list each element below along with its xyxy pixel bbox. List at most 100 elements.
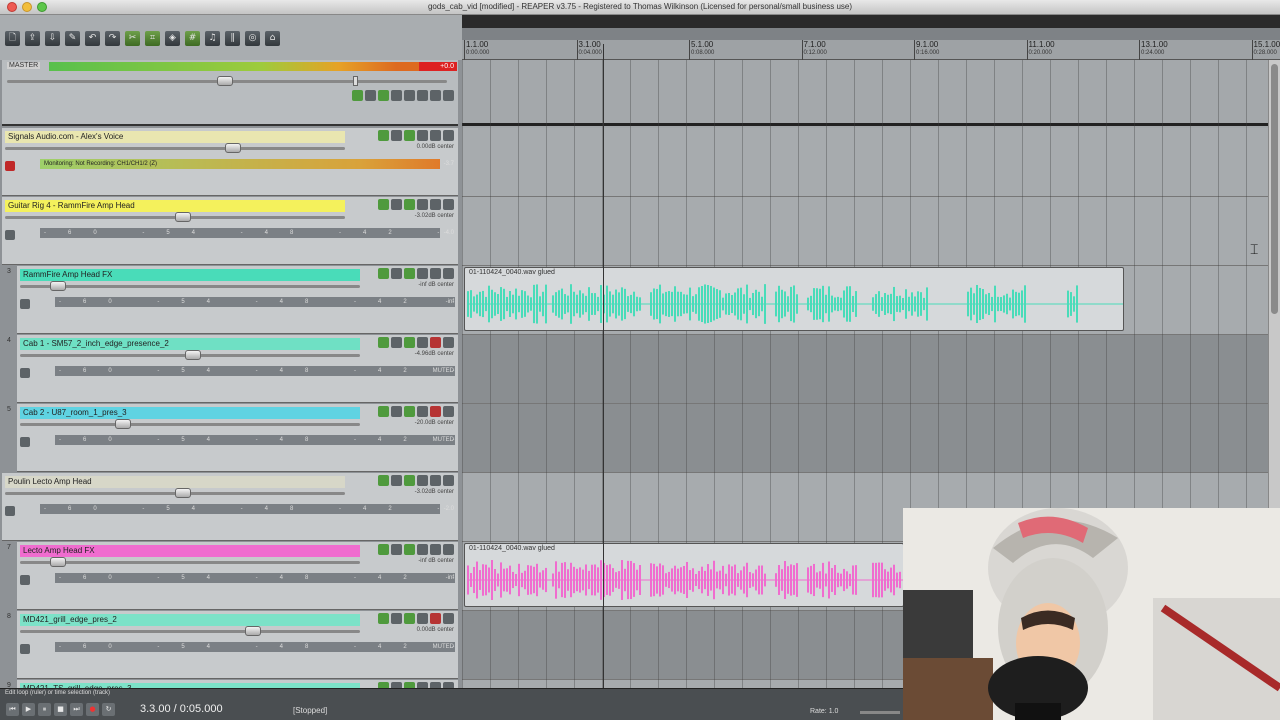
io-button[interactable] xyxy=(391,268,402,279)
envelope-button[interactable] xyxy=(404,406,415,417)
track-volume-slider[interactable] xyxy=(20,350,360,360)
track-lane[interactable] xyxy=(462,404,1268,473)
track-2[interactable]: 2Guitar Rig 4 - RammFire Amp Head-3.02dB… xyxy=(2,197,458,265)
envelope-button[interactable] xyxy=(404,544,415,555)
fx-button[interactable] xyxy=(378,199,389,210)
phase-button[interactable] xyxy=(417,475,428,486)
solo-button[interactable] xyxy=(443,475,454,486)
track-7[interactable]: 7 Lecto Amp Head FX -inf dB center -60 -54 … xyxy=(7,542,458,610)
mute-button[interactable] xyxy=(430,406,441,417)
track-volume-slider[interactable] xyxy=(5,143,345,153)
io-button[interactable] xyxy=(391,613,402,624)
snap-icon[interactable]: ⌗ xyxy=(145,31,160,46)
item-lock-icon[interactable]: ⌂ xyxy=(265,31,280,46)
record-arm-button[interactable] xyxy=(20,437,30,447)
loop-region-strip[interactable] xyxy=(462,28,1280,40)
master-pan-knob[interactable] xyxy=(353,76,358,86)
grid-icon[interactable]: # xyxy=(185,31,200,46)
record-arm-button[interactable] xyxy=(20,299,30,309)
media-item[interactable]: 01-110424_0040.wav glued xyxy=(464,267,1124,331)
phase-button[interactable] xyxy=(417,613,428,624)
track-name[interactable]: Cab 2 - U87_room_1_pres_3 xyxy=(20,407,360,419)
master-peak-indicator[interactable]: +0.0 xyxy=(419,62,457,71)
master-phase-button[interactable] xyxy=(430,90,441,101)
track-volume-slider[interactable] xyxy=(20,557,360,567)
playrate-slider[interactable] xyxy=(860,711,900,714)
phase-button[interactable] xyxy=(417,268,428,279)
track-name[interactable]: MD421_grill_edge_pres_2 xyxy=(20,614,360,626)
io-button[interactable] xyxy=(391,544,402,555)
track-name[interactable]: Cab 1 - SM57_2_inch_edge_presence_2 xyxy=(20,338,360,350)
phase-button[interactable] xyxy=(417,544,428,555)
master-mute-button[interactable] xyxy=(404,90,415,101)
io-button[interactable] xyxy=(391,199,402,210)
volume-knob[interactable] xyxy=(175,212,191,222)
track-name[interactable]: Poulin Lecto Amp Head xyxy=(5,476,345,488)
edit-cursor[interactable] xyxy=(603,44,604,688)
save-project-icon[interactable]: ⇩ xyxy=(45,31,60,46)
time-display[interactable]: 3.3.00 / 0:05.000 xyxy=(140,703,223,715)
stop-icon[interactable]: ■ xyxy=(54,703,67,716)
phase-button[interactable] xyxy=(417,406,428,417)
record-arm-button[interactable] xyxy=(20,575,30,585)
mute-button[interactable] xyxy=(430,130,441,141)
track-lane[interactable] xyxy=(462,128,1268,197)
repeat-icon[interactable]: ↻ xyxy=(102,703,115,716)
track-lane[interactable] xyxy=(462,197,1268,266)
redo-icon[interactable]: ↷ xyxy=(105,31,120,46)
solo-button[interactable] xyxy=(443,613,454,624)
fx-button[interactable] xyxy=(378,406,389,417)
record-arm-button[interactable] xyxy=(5,161,15,171)
mute-button[interactable] xyxy=(430,475,441,486)
volume-knob[interactable] xyxy=(50,281,66,291)
metronome-icon[interactable]: ♫ xyxy=(205,31,220,46)
volume-knob[interactable] xyxy=(245,626,261,636)
rate-value[interactable]: 1.0 xyxy=(829,708,839,715)
envelope-button[interactable] xyxy=(404,613,415,624)
io-button[interactable] xyxy=(391,130,402,141)
track-3[interactable]: 3 RammFire Amp Head FX -inf dB center -60 -… xyxy=(7,266,458,334)
pause-icon[interactable]: ⏸ xyxy=(38,703,51,716)
track-name[interactable]: RammFire Amp Head FX xyxy=(20,269,360,281)
solo-button[interactable] xyxy=(443,199,454,210)
fx-button[interactable] xyxy=(378,268,389,279)
solo-button[interactable] xyxy=(443,337,454,348)
volume-knob[interactable] xyxy=(175,488,191,498)
record-arm-button[interactable] xyxy=(5,230,15,240)
track-6[interactable]: 6Poulin Lecto Amp Head-3.02dB center-60 … xyxy=(2,473,458,541)
io-button[interactable] xyxy=(391,337,402,348)
master-track[interactable]: MASTER +0.0 xyxy=(2,60,458,126)
io-button[interactable] xyxy=(391,475,402,486)
track-volume-slider[interactable] xyxy=(20,419,360,429)
solo-button[interactable] xyxy=(443,544,454,555)
timeline-ruler[interactable]: 1.1.00 0:00.000 3.1.00 0:04.000 5.1.00 0:08.0… xyxy=(462,28,1280,60)
lock-icon[interactable]: ∥ xyxy=(225,31,240,46)
master-env-button[interactable] xyxy=(378,90,389,101)
new-project-icon[interactable]: 🗋 xyxy=(5,31,20,46)
mute-button[interactable] xyxy=(430,613,441,624)
record-icon[interactable]: ● xyxy=(86,703,99,716)
project-settings-icon[interactable]: ✎ xyxy=(65,31,80,46)
fx-button[interactable] xyxy=(378,475,389,486)
envelope-button[interactable] xyxy=(404,475,415,486)
undo-icon[interactable]: ↶ xyxy=(85,31,100,46)
scrollbar-thumb[interactable] xyxy=(1271,64,1278,314)
volume-knob[interactable] xyxy=(115,419,131,429)
phase-button[interactable] xyxy=(417,130,428,141)
track-volume-slider[interactable] xyxy=(20,281,360,291)
fx-button[interactable] xyxy=(378,130,389,141)
go-to-start-icon[interactable]: ⏮ xyxy=(6,703,19,716)
track-8[interactable]: 8 MD421_grill_edge_pres_2 0.00dB center -60… xyxy=(7,611,458,679)
open-project-icon[interactable]: ⇪ xyxy=(25,31,40,46)
track-name[interactable]: Guitar Rig 4 - RammFire Amp Head xyxy=(5,200,345,212)
solo-button[interactable] xyxy=(443,406,454,417)
track-name[interactable]: Signals Audio.com - Alex's Voice xyxy=(5,131,345,143)
track-volume-slider[interactable] xyxy=(5,212,345,222)
master-fx-button[interactable] xyxy=(352,90,363,101)
track-volume-slider[interactable] xyxy=(5,488,345,498)
volume-knob[interactable] xyxy=(225,143,241,153)
phase-button[interactable] xyxy=(417,199,428,210)
fx-button[interactable] xyxy=(378,544,389,555)
track-5[interactable]: 5 Cab 2 - U87_room_1_pres_3 -20.0dB center… xyxy=(7,404,458,472)
play-icon[interactable]: ▶ xyxy=(22,703,35,716)
